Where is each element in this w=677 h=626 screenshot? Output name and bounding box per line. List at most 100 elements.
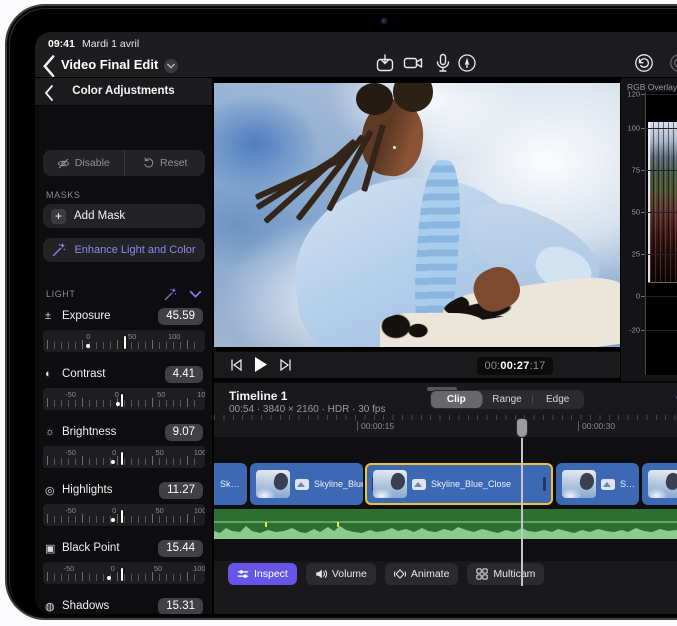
animate-button[interactable]: Animate	[385, 563, 459, 585]
scope-gridline	[645, 170, 677, 171]
timecode-hours: 00:	[485, 360, 501, 372]
light-section-label: LIGHT	[46, 289, 76, 299]
scope-gridline	[645, 94, 677, 95]
tool-label: Inspect	[254, 568, 288, 580]
slider-row-contrast: ◐Contrast4.41-50050100	[43, 364, 205, 410]
slider-value[interactable]: 4.41	[165, 366, 203, 383]
audio-peak-marker	[265, 522, 267, 527]
plus-icon: +	[51, 209, 66, 224]
enhance-label: Enhance Light and Color	[74, 244, 195, 256]
audio-track[interactable]	[214, 509, 677, 539]
enhance-light-color-button[interactable]: Enhance Light and Color	[43, 238, 205, 262]
slider-value[interactable]: 9.07	[165, 424, 203, 441]
clip-s[interactable]: S…	[556, 463, 639, 505]
scope-gridline	[645, 296, 677, 297]
collapse-chevron-icon[interactable]	[189, 288, 202, 301]
playhead-handle[interactable]	[516, 418, 528, 438]
scope-axis-tick	[641, 128, 645, 129]
slider-ruler[interactable]: -50050100	[43, 388, 205, 410]
ruler-number: 50	[155, 448, 163, 457]
audio-waveform	[214, 522, 677, 539]
slider-label: Shadows	[62, 600, 109, 612]
scope-axis-tick	[641, 94, 645, 95]
slider-label: Contrast	[62, 368, 105, 380]
multicam-button[interactable]: Multicam	[467, 563, 544, 585]
clip-thumbnail	[373, 470, 407, 498]
disable-button[interactable]: Disable	[43, 150, 124, 176]
play-icon[interactable]	[254, 356, 268, 373]
slider-value[interactable]: 45.59	[158, 308, 203, 325]
slider-thumb[interactable]	[124, 336, 126, 349]
ruler-number: -50	[65, 448, 76, 457]
panel-title: Color Adjustments	[35, 85, 212, 97]
skip-forward-icon[interactable]	[280, 358, 292, 372]
status-time: 09:41	[48, 38, 75, 50]
clip-skyline_blue_wide[interactable]: Skyline_Blue_Wide	[250, 463, 363, 505]
project-title[interactable]: Video Final Edit	[61, 57, 158, 72]
slider-value[interactable]: 15.31	[158, 598, 203, 615]
clip-sk[interactable]: Sk…	[214, 463, 247, 505]
back-icon[interactable]	[42, 55, 56, 71]
ruler-number: 100	[168, 332, 181, 341]
clip[interactable]	[642, 463, 677, 505]
slider-value[interactable]: 11.27	[159, 482, 203, 499]
slider-thumb[interactable]	[121, 394, 123, 407]
ruler-number: -50	[65, 390, 76, 399]
scope-axis-label: 120	[622, 90, 640, 99]
reset-button[interactable]: Reset	[124, 150, 206, 176]
trim-handle-right[interactable]	[543, 477, 546, 491]
ruler-number: 50	[128, 332, 136, 341]
clip-label: Skyline_Blue_Wide	[314, 479, 363, 489]
inspect-icon	[237, 568, 249, 580]
scope-axis-tick	[641, 330, 645, 331]
video-frame	[214, 83, 620, 347]
top-toolbar: 09:41 Mardi 1 avril Video Final Edit	[35, 32, 677, 78]
pencil-draw-icon[interactable]	[457, 53, 477, 73]
slider-ruler[interactable]: 050100	[43, 330, 205, 352]
panel-header: Color Adjustments	[35, 78, 212, 106]
slider-value[interactable]: 15.44	[158, 540, 203, 557]
import-icon[interactable]	[375, 53, 395, 73]
slider-ruler[interactable]: -50050100	[43, 562, 205, 584]
mode-edge[interactable]: Edge	[532, 391, 583, 408]
clip-label: S…	[620, 479, 635, 489]
clip-skyline_blue_close[interactable]: Skyline_Blue_Close	[365, 463, 553, 505]
front-camera	[381, 18, 388, 25]
slider-thumb[interactable]	[121, 452, 123, 465]
highlights-icon: ◎	[45, 484, 62, 497]
ruler-origin-dot	[86, 344, 90, 348]
volume-icon	[315, 568, 327, 580]
ruler-number: 100	[194, 448, 205, 457]
camera-icon[interactable]	[403, 53, 423, 73]
slider-ruler[interactable]: -50050100	[43, 504, 205, 526]
microphone-icon[interactable]	[433, 53, 453, 73]
slider-ruler[interactable]: -50 0 50 100	[43, 446, 205, 468]
rgb-overlay-scope: RGB Overlay 1201007550250-20	[620, 78, 677, 381]
skip-back-icon[interactable]	[230, 358, 242, 372]
transport-bar: 00:00:27:17	[214, 351, 620, 378]
ruler-number: 0	[112, 448, 116, 457]
scope-axis-label: 75	[622, 165, 640, 174]
redo-icon[interactable]	[669, 53, 677, 73]
volume-button[interactable]: Volume	[306, 563, 376, 585]
inspect-button[interactable]: Inspect	[228, 563, 297, 585]
mode-range[interactable]: Range	[482, 391, 533, 408]
ruler-number: 0	[112, 506, 116, 515]
title-dropdown-icon[interactable]	[164, 59, 178, 73]
clip-thumbnail	[256, 470, 290, 498]
status-date: Mardi 1 avril	[82, 38, 139, 50]
multicam-icon	[476, 568, 488, 580]
clip-thumbnail	[562, 470, 596, 498]
add-mask-button[interactable]: + Add Mask	[43, 204, 205, 228]
ruler-timecode-label: 00:00:30	[578, 421, 615, 431]
slider-thumb[interactable]	[121, 568, 123, 581]
auto-enhance-icon[interactable]	[164, 288, 177, 301]
mode-clip[interactable]: Clip	[431, 391, 482, 408]
undo-icon[interactable]	[634, 53, 654, 73]
masks-section-label: MASKS	[46, 190, 81, 200]
timeline-ruler[interactable]: 00:00:1500:00:30	[214, 415, 677, 435]
slider-thumb[interactable]	[121, 510, 123, 523]
timeline-toolbar: Inspect Volume Animate Multicam	[228, 563, 544, 585]
ruler-origin-dot	[111, 460, 115, 464]
video-preview	[214, 78, 620, 351]
